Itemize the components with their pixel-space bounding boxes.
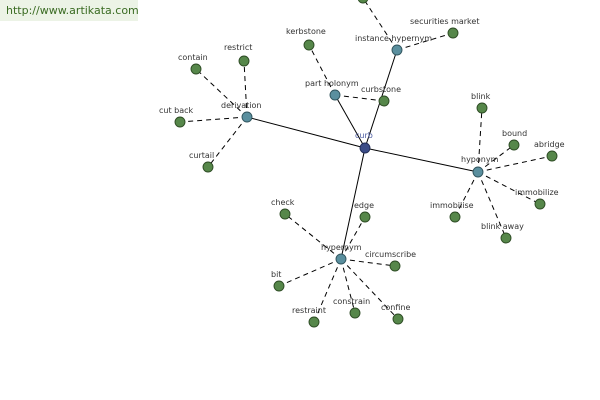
word-relation-graph: curb derivation part holonym instance hyper…	[159, 0, 565, 328]
node-curb-label[interactable]: curb	[355, 131, 373, 140]
node-contain[interactable]: contain	[178, 53, 208, 75]
edge-derivation-to-cut-back	[179, 116, 248, 123]
node-confine-label[interactable]: confine	[381, 303, 410, 312]
node-hyponym-label[interactable]: hyponym	[461, 155, 499, 164]
node-abridge[interactable]: abridge	[534, 140, 565, 162]
node-restraint[interactable]: restraint	[292, 306, 326, 328]
node-blink[interactable]: blink	[471, 92, 491, 114]
node-circumscribe-label[interactable]: circumscribe	[365, 250, 416, 259]
node-contain-label[interactable]: contain	[178, 53, 208, 62]
edge-hypernym-to-circumscribe	[340, 258, 396, 267]
node-cut-back[interactable]: cut back	[159, 106, 194, 128]
node-bit[interactable]: bit	[271, 270, 285, 292]
node-blink-dot[interactable]	[476, 102, 488, 114]
edge-part-holonym-to-curbstone	[334, 94, 385, 102]
node-hypernym[interactable]: hypernym	[321, 243, 362, 265]
node-check-label[interactable]: check	[271, 198, 295, 207]
node-immobilise-dot[interactable]	[449, 211, 461, 223]
node-curtail[interactable]: curtail	[189, 151, 214, 173]
node-instance-hypernym-dot[interactable]	[391, 44, 403, 56]
node-circumscribe[interactable]: circumscribe	[365, 250, 416, 272]
node-blink-away-label[interactable]: blink away	[481, 222, 524, 231]
node-securities-market-label[interactable]: securities market	[410, 17, 479, 26]
node-curb[interactable]: curb	[355, 131, 373, 154]
node-curbstone-label[interactable]: curbstone	[361, 85, 401, 94]
node-edge-dot[interactable]	[359, 211, 371, 223]
node-immobilise-label[interactable]: immobilise	[430, 201, 474, 210]
edge-curb-to-part-holonym	[334, 94, 366, 149]
node-instance-hypernym[interactable]: instance hypernym	[355, 34, 432, 56]
node-curb-dot[interactable]	[359, 142, 371, 154]
node-kerbstone[interactable]: kerbstone	[286, 27, 326, 51]
node-cut-back-label[interactable]: cut back	[159, 106, 194, 115]
node-check[interactable]: check	[271, 198, 295, 220]
node-curbstone-dot[interactable]	[378, 95, 390, 107]
edge-curb-to-derivation	[246, 116, 366, 149]
node-immobilise[interactable]: immobilise	[430, 201, 474, 223]
node-edge-label[interactable]: edge	[354, 201, 374, 210]
node-cut-back-dot[interactable]	[174, 116, 186, 128]
edge-hyponym-to-immobilise	[454, 171, 479, 218]
node-part-holonym-label[interactable]: part holonym	[305, 79, 359, 88]
node-bound[interactable]: bound	[502, 129, 527, 151]
node-restraint-label[interactable]: restraint	[292, 306, 326, 315]
node-curtail-dot[interactable]	[202, 161, 214, 173]
node-check-dot[interactable]	[279, 208, 291, 220]
node-constrain[interactable]: constrain	[333, 297, 370, 319]
node-edge[interactable]: edge	[354, 201, 374, 223]
node-restraint-dot[interactable]	[308, 316, 320, 328]
node-restrict[interactable]: restrict	[224, 43, 252, 67]
node-part-holonym-dot[interactable]	[329, 89, 341, 101]
node-blink-away[interactable]: blink away	[481, 222, 524, 244]
node-instance-hypernym-label[interactable]: instance hypernym	[355, 34, 432, 43]
node-contain-dot[interactable]	[190, 63, 202, 75]
node-constrain-dot[interactable]	[349, 307, 361, 319]
node-part-holonym[interactable]: part holonym	[305, 79, 359, 101]
node-securities-market-dot[interactable]	[447, 27, 459, 39]
node-confine-dot[interactable]	[392, 313, 404, 325]
node-derivation-label[interactable]: derivation	[221, 101, 261, 110]
node-restrict-label[interactable]: restrict	[224, 43, 252, 52]
node-hypernym-label[interactable]: hypernym	[321, 243, 362, 252]
node-immobilize-label[interactable]: immobilize	[515, 188, 559, 197]
edge-hypernym-to-edge	[340, 216, 366, 260]
node-curtail-label[interactable]: curtail	[189, 151, 214, 160]
node-abridge-label[interactable]: abridge	[534, 140, 565, 149]
edge-hypernym-to-check	[284, 213, 342, 260]
node-abridge-dot[interactable]	[546, 150, 558, 162]
node-blink-label[interactable]: blink	[471, 92, 491, 101]
node-constrain-label[interactable]: constrain	[333, 297, 370, 306]
node-bound-dot[interactable]	[508, 139, 520, 151]
node-bit-dot[interactable]	[273, 280, 285, 292]
node-restrict-dot[interactable]	[238, 55, 250, 67]
node-confine[interactable]: confine	[381, 303, 410, 325]
edge-hypernym-to-bit	[278, 258, 342, 287]
node-curbstone[interactable]: curbstone	[361, 85, 401, 107]
node-bit-label[interactable]: bit	[271, 270, 281, 279]
node-immobilize[interactable]: immobilize	[515, 188, 559, 210]
node-blink-away-dot[interactable]	[500, 232, 512, 244]
node-bound-label[interactable]: bound	[502, 129, 527, 138]
node-kerbstone-label[interactable]: kerbstone	[286, 27, 326, 36]
node-hypernym-dot[interactable]	[335, 253, 347, 265]
node-hyponym-dot[interactable]	[472, 166, 484, 178]
node-kerbstone-dot[interactable]	[303, 39, 315, 51]
node-derivation-dot[interactable]	[241, 111, 253, 123]
node-immobilize-dot[interactable]	[534, 198, 546, 210]
node-circumscribe-dot[interactable]	[389, 260, 401, 272]
node-hyponym[interactable]: hyponym	[461, 155, 499, 178]
